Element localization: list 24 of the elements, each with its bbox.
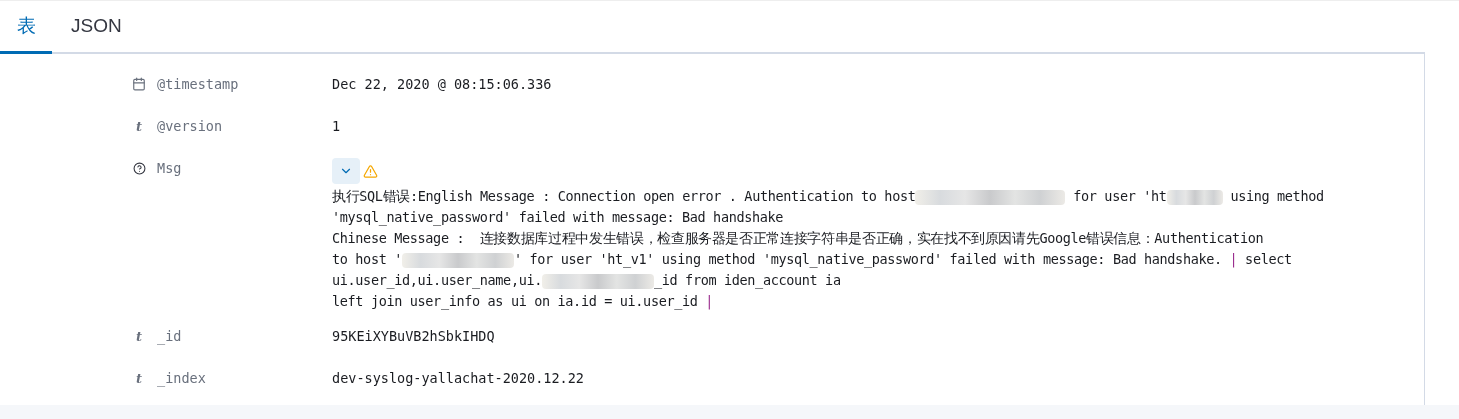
field-name: @timestamp bbox=[157, 74, 239, 94]
message-line: ui.user_id,ui.user_name,ui. _id from iden_account ia bbox=[332, 271, 842, 291]
field-name: Msg bbox=[157, 158, 182, 178]
tab[interactable]: 表 bbox=[0, 1, 52, 54]
message-line: 执行SQL错误:English Message : Connection open error . Authentication to host for user 'ht using method bbox=[332, 187, 1325, 207]
message-line: left join user_info as ui on ia.id = ui.user_id | bbox=[332, 292, 715, 312]
collapse-button[interactable] bbox=[332, 158, 360, 184]
text-type-icon: t bbox=[136, 371, 142, 385]
field-name: _id bbox=[157, 326, 182, 347]
field-name: _index bbox=[157, 368, 206, 389]
calendar-icon bbox=[132, 77, 146, 91]
field-value: Dec 22, 2020 @ 08:15:06.336 bbox=[332, 76, 552, 92]
field-value: 1 bbox=[332, 118, 341, 134]
redacted-blur bbox=[1166, 189, 1223, 205]
field-value: 95KEiXYBuVB2hSbkIHDQ bbox=[332, 328, 495, 344]
field-name: @version bbox=[157, 116, 223, 136]
text-type-icon: t bbox=[136, 329, 142, 343]
text-type-icon: t bbox=[136, 119, 142, 133]
tab[interactable]: JSON bbox=[59, 1, 134, 54]
field-value: dev-syslog-yallachat-2020.12.22 bbox=[332, 370, 584, 386]
message-line: to host ' ' for user 'ht_v1' using method 'mysql_native_password' failed with message: Bad handshake. | select bbox=[332, 250, 1293, 270]
help-icon bbox=[132, 161, 146, 175]
message-line: 'mysql_native_password' failed with message: Bad handshake bbox=[332, 208, 785, 228]
message-line: Chinese Message : 连接数据库过程中发生错误，检查服务器是否正常连接字符串是否正确，实在找不到原因请先Google错误信息：Authentication bbox=[332, 229, 1265, 248]
